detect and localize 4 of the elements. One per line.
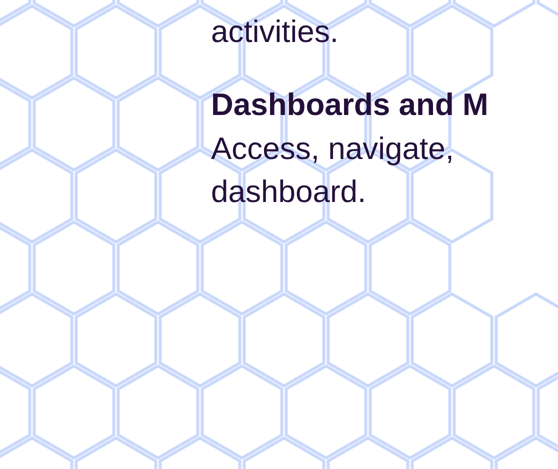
body-text: activities. bbox=[211, 13, 340, 51]
section-heading: Dashboards and M bbox=[211, 86, 490, 124]
body-text: Access, navigate, bbox=[211, 130, 455, 168]
body-text: dashboard. bbox=[211, 173, 368, 211]
